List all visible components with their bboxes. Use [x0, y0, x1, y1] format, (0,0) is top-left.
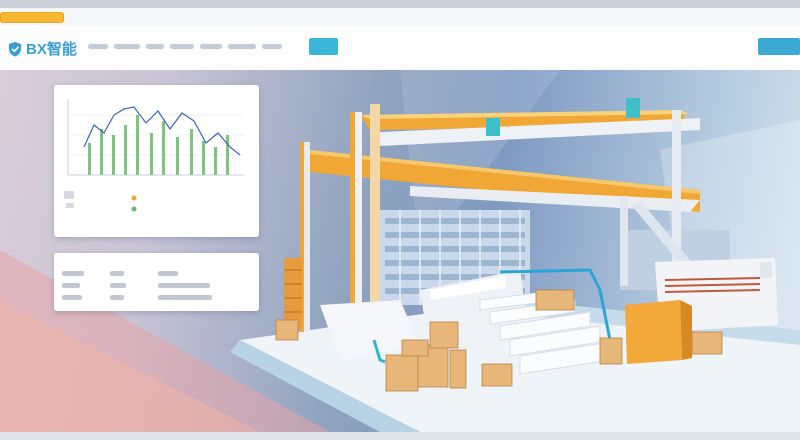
mini-chart: [64, 99, 244, 212]
logo-text: BX智能: [26, 41, 77, 58]
stats-placeholder: [62, 271, 212, 300]
search-button[interactable]: [309, 38, 338, 55]
shield-icon: [9, 41, 21, 56]
coin-icon: [131, 206, 137, 212]
nav-placeholder: [88, 39, 300, 53]
analytics-card: [54, 85, 259, 237]
site-logo[interactable]: BX智能: [8, 38, 77, 59]
login-button[interactable]: [758, 38, 800, 55]
window-bottom-strip: [0, 432, 800, 440]
stats-card: [54, 253, 259, 311]
tab-active[interactable]: [0, 12, 64, 23]
coin-icon: [131, 195, 137, 201]
window-top-strip: [0, 0, 800, 8]
